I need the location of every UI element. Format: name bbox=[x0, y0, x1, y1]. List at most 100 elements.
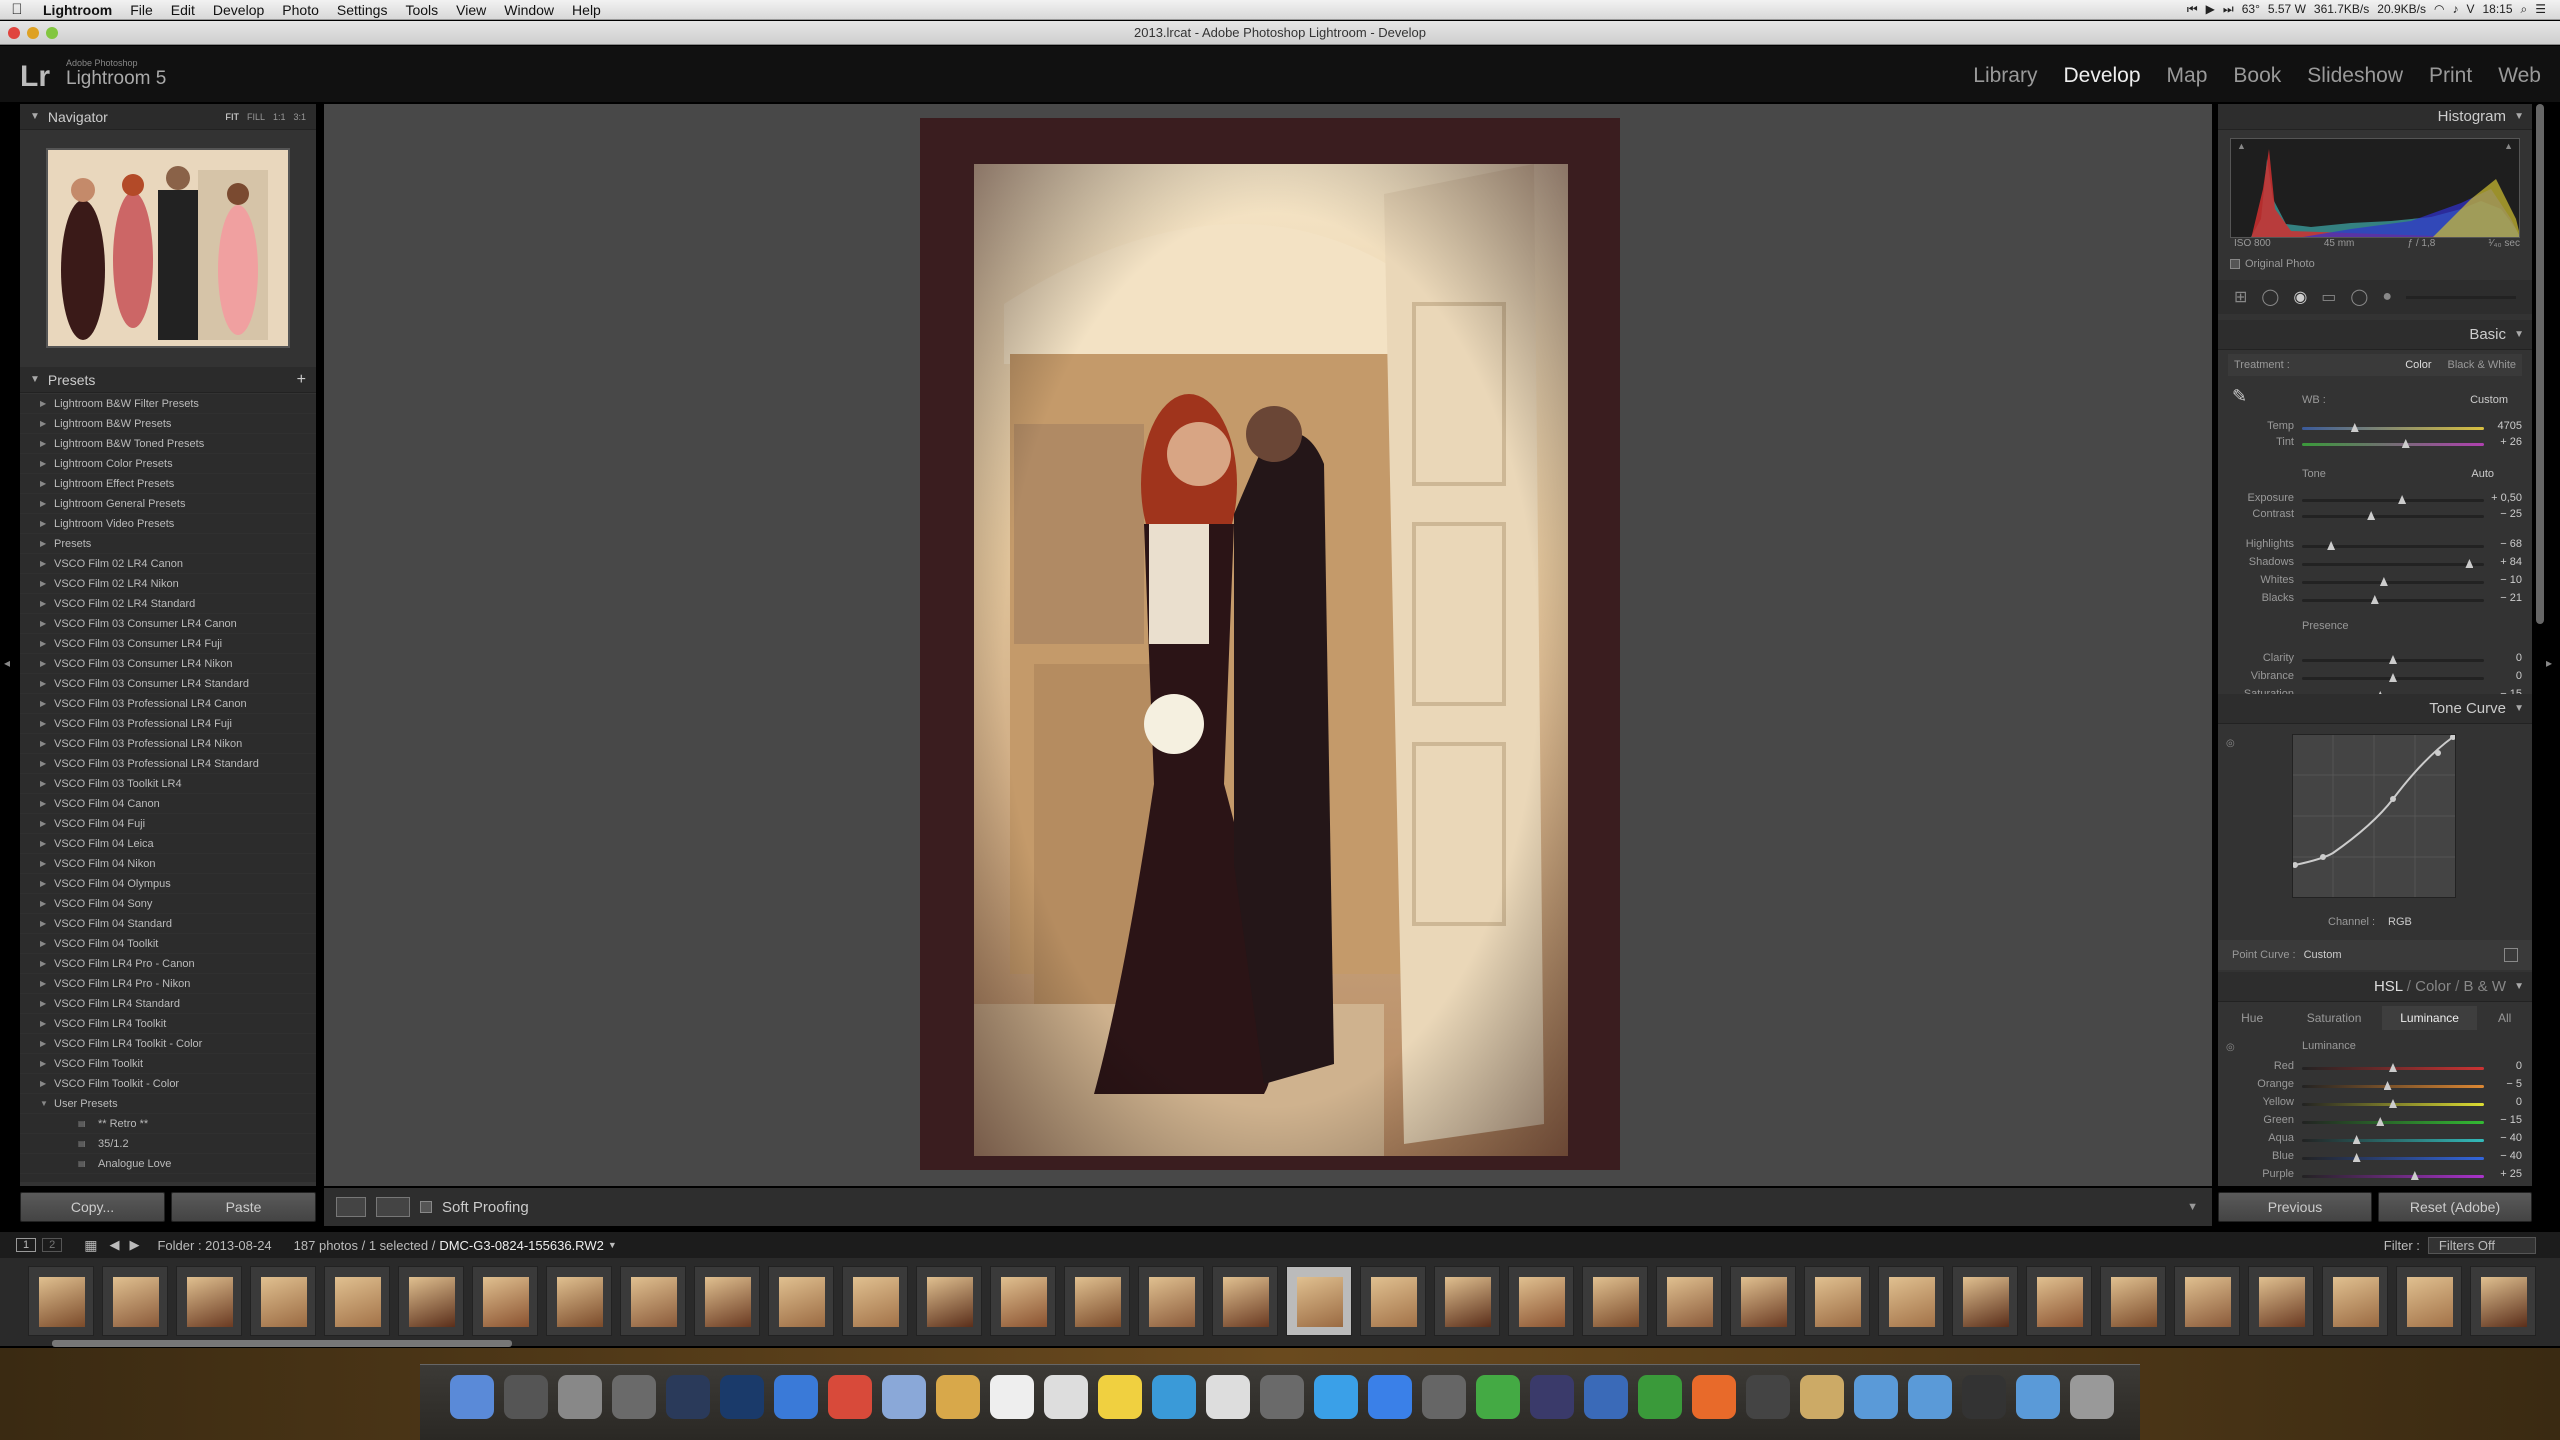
nav-1to1[interactable]: 1:1 bbox=[273, 104, 286, 130]
adjustment-brush-icon[interactable]: ● bbox=[2382, 288, 2392, 306]
preset-folder[interactable]: ▶ VSCO Film 03 Consumer LR4 Fuji bbox=[20, 634, 316, 654]
preset-folder[interactable]: ▶ Lightroom General Presets bbox=[20, 494, 316, 514]
preset-folder[interactable]: ▶ VSCO Film Toolkit bbox=[20, 1054, 316, 1074]
slider-aqua[interactable]: Aqua − 40 bbox=[2218, 1130, 2532, 1148]
filmstrip-thumbnail[interactable] bbox=[1582, 1266, 1648, 1336]
collapsed-triangle-icon[interactable]: ▶ bbox=[40, 794, 46, 814]
preset-folder[interactable]: ▶ Lightroom B&W Presets bbox=[20, 414, 316, 434]
collapse-triangle-icon[interactable]: ▼ bbox=[2514, 972, 2524, 1002]
module-book[interactable]: Book bbox=[2220, 64, 2294, 88]
filmstrip-thumbnail[interactable] bbox=[176, 1266, 242, 1336]
module-library[interactable]: Library bbox=[1960, 64, 2050, 88]
slider-value[interactable]: + 84 bbox=[2500, 556, 2522, 568]
collapse-triangle-icon[interactable]: ▼ bbox=[2514, 694, 2524, 724]
soft-proofing-checkbox[interactable] bbox=[420, 1201, 432, 1213]
tab-luminance[interactable]: Luminance bbox=[2381, 1006, 2478, 1030]
filmstrip-thumbnail[interactable] bbox=[2174, 1266, 2240, 1336]
slider-green[interactable]: Green − 15 bbox=[2218, 1112, 2532, 1130]
crop-tool-icon[interactable]: ⊞ bbox=[2234, 287, 2247, 307]
list-icon[interactable]: ☰ bbox=[2535, 2, 2546, 17]
collapse-triangle-icon[interactable]: ▼ bbox=[2514, 320, 2524, 350]
copy-button[interactable]: Copy... bbox=[20, 1192, 165, 1222]
filmstrip-thumbnail[interactable] bbox=[1878, 1266, 1944, 1336]
collapse-triangle-icon[interactable]: ▼ bbox=[30, 367, 40, 393]
slider-track[interactable] bbox=[2302, 581, 2484, 584]
slider-value[interactable]: + 0,50 bbox=[2491, 492, 2522, 504]
menu-help[interactable]: Help bbox=[563, 2, 610, 18]
dock-app-icon[interactable] bbox=[1908, 1375, 1952, 1419]
preset-folder[interactable]: ▶ VSCO Film 02 LR4 Canon bbox=[20, 554, 316, 574]
collapsed-triangle-icon[interactable]: ▶ bbox=[40, 714, 46, 734]
clock[interactable]: 18:15 bbox=[2482, 2, 2512, 17]
nav-fit[interactable]: FIT bbox=[225, 104, 239, 130]
slider-orange[interactable]: Orange − 5 bbox=[2218, 1076, 2532, 1094]
bw-title[interactable]: B & W bbox=[2463, 978, 2506, 995]
preset-folder[interactable]: ▶ VSCO Film 02 LR4 Standard bbox=[20, 594, 316, 614]
filmstrip-thumbnail[interactable] bbox=[694, 1266, 760, 1336]
filmstrip-thumbnail[interactable] bbox=[2396, 1266, 2462, 1336]
original-photo-checkbox[interactable] bbox=[2230, 259, 2240, 269]
module-print[interactable]: Print bbox=[2416, 64, 2485, 88]
filmstrip-thumbnail[interactable] bbox=[2248, 1266, 2314, 1336]
menu-window[interactable]: Window bbox=[495, 2, 563, 18]
slider-value[interactable]: 0 bbox=[2516, 670, 2522, 682]
filmstrip-thumbnail[interactable] bbox=[2322, 1266, 2388, 1336]
collapsed-triangle-icon[interactable]: ▶ bbox=[40, 434, 46, 454]
dock-app-icon[interactable] bbox=[990, 1375, 1034, 1419]
slider-blacks[interactable]: Blacks − 21 bbox=[2218, 590, 2532, 608]
tab-all[interactable]: All bbox=[2477, 1006, 2532, 1030]
collapsed-triangle-icon[interactable]: ▶ bbox=[40, 394, 46, 414]
preset-folder[interactable]: ▶ VSCO Film 04 Canon bbox=[20, 794, 316, 814]
grid-icon[interactable]: ▦ bbox=[84, 1237, 97, 1254]
left-panel-toggle-icon[interactable]: ◂ bbox=[4, 656, 10, 670]
dock-app-icon[interactable] bbox=[1422, 1375, 1466, 1419]
filmstrip-thumbnail[interactable] bbox=[398, 1266, 464, 1336]
nav-fill[interactable]: FILL bbox=[247, 104, 265, 130]
preset-folder[interactable]: ▼ User Presets bbox=[20, 1094, 316, 1114]
point-curve-value[interactable]: Custom bbox=[2304, 949, 2342, 961]
slider-value[interactable]: 0 bbox=[2516, 1096, 2522, 1108]
slider-value[interactable]: − 21 bbox=[2500, 592, 2522, 604]
slider-value[interactable]: 0 bbox=[2516, 1060, 2522, 1072]
slider-value[interactable]: − 10 bbox=[2500, 574, 2522, 586]
slider-track[interactable] bbox=[2302, 515, 2484, 518]
hsl-header[interactable]: HSL / Color / B & W ▼ bbox=[2218, 972, 2532, 1002]
slider-value[interactable]: − 40 bbox=[2500, 1132, 2522, 1144]
preset-folder[interactable]: ▶ VSCO Film 03 Consumer LR4 Standard bbox=[20, 674, 316, 694]
filename-dropdown-icon[interactable]: ▼ bbox=[608, 1240, 617, 1250]
dock-app-icon[interactable] bbox=[1314, 1375, 1358, 1419]
preset-folder[interactable]: ▶ Presets bbox=[20, 534, 316, 554]
rewind-icon[interactable]: ⏮ bbox=[2187, 2, 2198, 17]
radial-filter-icon[interactable]: ◯ bbox=[2350, 287, 2368, 307]
graduated-filter-icon[interactable]: ▭ bbox=[2321, 287, 2336, 307]
slider-value[interactable]: 0 bbox=[2516, 652, 2522, 664]
dock-app-icon[interactable] bbox=[1098, 1375, 1142, 1419]
right-panel-scrollbar[interactable] bbox=[2536, 104, 2544, 624]
module-develop[interactable]: Develop bbox=[2050, 64, 2153, 88]
preset-folder[interactable]: ▶ Lightroom Effect Presets bbox=[20, 474, 316, 494]
filmstrip-thumbnail[interactable] bbox=[1804, 1266, 1870, 1336]
dock-app-icon[interactable] bbox=[882, 1375, 926, 1419]
view-1-button[interactable]: 1 bbox=[16, 1238, 37, 1252]
filmstrip-thumbnail[interactable] bbox=[842, 1266, 908, 1336]
collapsed-triangle-icon[interactable]: ▶ bbox=[40, 894, 46, 914]
dock-app-icon[interactable] bbox=[2016, 1375, 2060, 1419]
histogram-display[interactable]: ▲ ▲ bbox=[2230, 138, 2520, 238]
slider-vibrance[interactable]: Vibrance 0 bbox=[2218, 668, 2532, 686]
dock-app-icon[interactable] bbox=[720, 1375, 764, 1419]
menu-settings[interactable]: Settings bbox=[328, 2, 397, 18]
menu-app[interactable]: Lightroom bbox=[34, 2, 121, 18]
slider-value[interactable]: 4705 bbox=[2498, 420, 2522, 432]
filmstrip-thumbnail[interactable] bbox=[1212, 1266, 1278, 1336]
slider-track[interactable] bbox=[2302, 1139, 2484, 1142]
dock-app-icon[interactable] bbox=[828, 1375, 872, 1419]
filmstrip-thumbnail[interactable] bbox=[1138, 1266, 1204, 1336]
user-preset-item[interactable]: ▤ 35/1.2 bbox=[20, 1134, 316, 1154]
preset-folder[interactable]: ▶ VSCO Film 04 Sony bbox=[20, 894, 316, 914]
menu-view[interactable]: View bbox=[447, 2, 495, 18]
dock-app-icon[interactable] bbox=[1746, 1375, 1790, 1419]
slider-value[interactable]: − 68 bbox=[2500, 538, 2522, 550]
slider-track[interactable] bbox=[2302, 443, 2484, 446]
tab-saturation[interactable]: Saturation bbox=[2286, 1006, 2382, 1030]
collapsed-triangle-icon[interactable]: ▶ bbox=[40, 1054, 46, 1074]
